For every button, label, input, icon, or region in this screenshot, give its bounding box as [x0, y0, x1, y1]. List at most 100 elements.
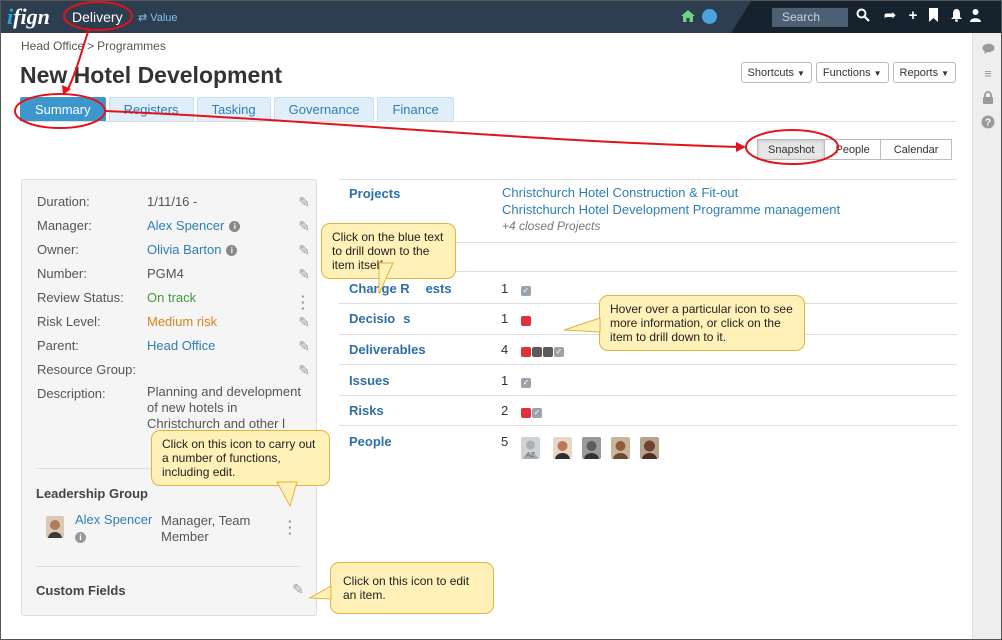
- divider: [339, 179, 957, 180]
- avatar[interactable]: [553, 437, 572, 459]
- pencil-icon[interactable]: ✎: [298, 314, 310, 331]
- logo-text: fign: [13, 4, 50, 29]
- owner-link[interactable]: Olivia Barton i: [147, 242, 238, 257]
- project-link[interactable]: Christchurch Hotel Development Programme…: [502, 202, 840, 217]
- change-requests-label[interactable]: Change Rquests: [349, 281, 452, 296]
- callout-pointer: [563, 317, 601, 333]
- tab-registers[interactable]: Registers: [108, 97, 194, 122]
- avatar[interactable]: [640, 437, 659, 459]
- people-count: 5: [501, 434, 509, 449]
- decisions-label[interactable]: Decisions: [349, 311, 410, 326]
- deliverables-status[interactable]: ✓: [521, 343, 565, 358]
- pencil-icon[interactable]: ✎: [298, 266, 310, 283]
- more-vertical-icon[interactable]: · · ·: [288, 515, 292, 540]
- status-dark-icon[interactable]: [543, 346, 553, 357]
- svg-text:?: ?: [985, 118, 991, 129]
- more-vertical-icon[interactable]: · · ·: [301, 290, 305, 315]
- breadcrumb-programmes[interactable]: Programmes: [97, 39, 166, 53]
- check-icon[interactable]: ✓: [521, 377, 531, 388]
- right-side-rail: ≡ ?: [972, 33, 1001, 639]
- status-red-icon[interactable]: [521, 315, 531, 326]
- list-icon[interactable]: ≡: [981, 67, 995, 81]
- status-dark-icon[interactable]: [532, 346, 542, 357]
- issues-status[interactable]: ✓: [521, 374, 532, 389]
- home-icon[interactable]: [680, 8, 696, 24]
- manager-name: Alex Spencer: [147, 218, 225, 233]
- divider: [339, 395, 957, 396]
- detail-label: Risk Level:: [37, 314, 101, 329]
- risks-status[interactable]: ✓: [521, 404, 543, 419]
- people-view-button[interactable]: People: [824, 139, 881, 160]
- pencil-icon[interactable]: ✎: [298, 218, 310, 235]
- caret-down-icon: ▼: [873, 69, 882, 78]
- review-status-value: On track: [147, 290, 197, 305]
- details-panel: Duration: 1/11/16 - ✎ Manager: Alex Spen…: [21, 179, 317, 616]
- bookmark-icon[interactable]: [925, 8, 941, 24]
- info-icon[interactable]: i: [229, 221, 241, 232]
- calendar-view-button[interactable]: Calendar: [879, 139, 953, 160]
- plus-icon[interactable]: +: [905, 8, 921, 24]
- bell-icon[interactable]: [948, 8, 964, 24]
- help-icon[interactable]: ?: [981, 115, 995, 129]
- reports-button[interactable]: Reports ▼: [892, 62, 956, 83]
- lock-icon[interactable]: [981, 91, 995, 105]
- user-icon[interactable]: [967, 8, 983, 24]
- detail-label: Duration:: [37, 194, 90, 209]
- projects-label[interactable]: Projects: [349, 186, 400, 201]
- search-input[interactable]: Search: [772, 8, 848, 27]
- shortcuts-button[interactable]: Shortcuts ▼: [740, 62, 812, 83]
- avatar[interactable]: [582, 437, 601, 459]
- risks-label[interactable]: Risks: [349, 403, 384, 418]
- module-delivery-link[interactable]: Delivery: [72, 9, 123, 25]
- avatar[interactable]: AZ: [521, 437, 540, 459]
- breadcrumb-separator: >: [87, 39, 95, 53]
- detail-label: Resource Group:: [37, 362, 136, 377]
- info-icon[interactable]: i: [75, 532, 86, 543]
- check-icon[interactable]: ✓: [532, 407, 542, 418]
- tab-tasking[interactable]: Tasking: [196, 97, 271, 122]
- module-value-link[interactable]: ⇄ Value: [138, 11, 178, 24]
- reports-label: Reports: [899, 67, 939, 79]
- status-red-icon[interactable]: [521, 346, 531, 357]
- functions-label: Functions: [822, 67, 871, 79]
- chat-icon[interactable]: [981, 43, 995, 57]
- decisions-label-start: Decisio: [349, 311, 396, 326]
- change-requests-status[interactable]: ✓: [521, 282, 532, 297]
- deliverables-count: 4: [501, 342, 509, 357]
- people-label[interactable]: People: [349, 434, 392, 449]
- tab-governance[interactable]: Governance: [273, 97, 375, 122]
- check-icon[interactable]: ✓: [554, 346, 564, 357]
- pencil-icon[interactable]: ✎: [292, 581, 304, 598]
- detail-label: Owner:: [37, 242, 79, 257]
- functions-button[interactable]: Functions ▼: [815, 62, 889, 83]
- divider: [339, 425, 957, 426]
- manager-link[interactable]: Alex Spencer i: [147, 218, 241, 233]
- breadcrumb-head-office[interactable]: Head Office: [21, 39, 84, 53]
- leadership-member-link[interactable]: Alex Spencer: [75, 512, 152, 527]
- status-red-icon[interactable]: [521, 407, 531, 418]
- detail-label: Parent:: [37, 338, 79, 353]
- detail-label: Review Status:: [37, 290, 124, 305]
- detail-value: 1/11/16 -: [147, 194, 198, 209]
- pencil-icon[interactable]: ✎: [298, 338, 310, 355]
- pencil-icon[interactable]: ✎: [298, 194, 310, 211]
- tab-finance[interactable]: Finance: [377, 97, 454, 122]
- avatar[interactable]: [611, 437, 630, 459]
- parent-link[interactable]: Head Office: [147, 338, 215, 353]
- closed-projects-link[interactable]: +4 closed Projects: [502, 219, 600, 233]
- decisions-status[interactable]: [521, 312, 532, 327]
- share-icon[interactable]: ➦: [882, 8, 898, 24]
- leadership-group-heading: Leadership Group: [36, 486, 148, 501]
- search-icon[interactable]: [855, 8, 871, 24]
- ifign-logo[interactable]: ifign: [7, 4, 50, 30]
- globe-icon[interactable]: [702, 9, 717, 24]
- info-icon[interactable]: i: [226, 245, 238, 256]
- tab-summary[interactable]: Summary: [20, 97, 106, 122]
- deliverables-label[interactable]: Deliverables: [349, 342, 426, 357]
- pencil-icon[interactable]: ✎: [298, 242, 310, 259]
- issues-label[interactable]: Issues: [349, 373, 389, 388]
- snapshot-view-button[interactable]: Snapshot: [757, 139, 826, 160]
- project-link[interactable]: Christchurch Hotel Construction & Fit-ou…: [502, 185, 738, 200]
- check-icon[interactable]: ✓: [521, 285, 531, 296]
- pencil-icon[interactable]: ✎: [298, 362, 310, 379]
